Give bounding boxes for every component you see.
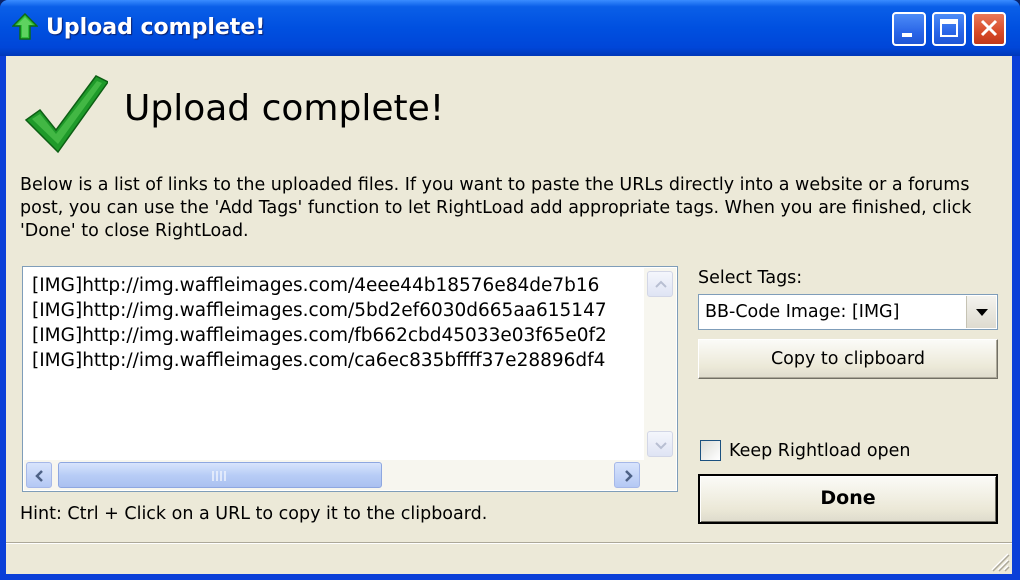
- scroll-left-button[interactable]: [26, 462, 52, 488]
- links-list[interactable]: [IMG]http://img.waffleimages.com/4eee44b…: [24, 268, 643, 460]
- done-button[interactable]: Done: [698, 474, 998, 524]
- close-icon: [980, 19, 998, 37]
- upload-arrow-icon: [12, 13, 38, 40]
- page-heading: Upload complete!: [124, 88, 445, 129]
- grip-icon: [212, 471, 226, 481]
- keep-open-checkbox[interactable]: [700, 440, 721, 461]
- chevron-right-icon: [625, 470, 633, 482]
- scroll-down-button[interactable]: [647, 431, 673, 457]
- scroll-right-button[interactable]: [614, 462, 640, 488]
- window-title: Upload complete!: [46, 15, 266, 40]
- close-button[interactable]: [972, 12, 1006, 46]
- select-tags-label: Select Tags:: [698, 268, 803, 288]
- status-bar: [6, 542, 1012, 574]
- horizontal-scroll-thumb[interactable]: [58, 462, 382, 488]
- maximize-icon: [940, 19, 958, 37]
- hint-text: Hint: Ctrl + Click on a URL to copy it t…: [20, 504, 488, 524]
- tag-type-dropdown[interactable]: BB-Code Image: [IMG]: [698, 294, 998, 330]
- link-line[interactable]: [IMG]http://img.waffleimages.com/ca6ec83…: [24, 348, 643, 373]
- links-textbox[interactable]: [IMG]http://img.waffleimages.com/4eee44b…: [22, 266, 678, 492]
- chevron-left-icon: [35, 470, 43, 482]
- chevron-down-icon: [655, 442, 667, 450]
- vertical-scrollbar[interactable]: [644, 268, 676, 460]
- tag-type-value: BB-Code Image: [IMG]: [705, 302, 900, 322]
- scroll-up-button[interactable]: [647, 271, 673, 297]
- link-line[interactable]: [IMG]http://img.waffleimages.com/fb662cb…: [24, 323, 643, 348]
- minimize-button[interactable]: [892, 12, 926, 46]
- maximize-button[interactable]: [932, 12, 966, 46]
- copy-to-clipboard-button[interactable]: Copy to clipboard: [698, 339, 998, 379]
- description-text: Below is a list of links to the uploaded…: [20, 175, 972, 241]
- chevron-up-icon: [655, 280, 667, 288]
- link-line[interactable]: [IMG]http://img.waffleimages.com/5bd2ef6…: [24, 298, 643, 323]
- dialog-client-area: Upload complete! Below is a list of link…: [6, 56, 1012, 574]
- triangle-down-icon: [976, 309, 988, 316]
- keep-open-label[interactable]: Keep Rightload open: [729, 441, 911, 461]
- dialog-window: Upload complete! Upload complete! Below …: [0, 0, 1020, 580]
- link-line[interactable]: [IMG]http://img.waffleimages.com/4eee44b…: [24, 273, 643, 298]
- title-bar[interactable]: Upload complete!: [0, 0, 1020, 56]
- minimize-icon: [902, 33, 912, 37]
- horizontal-scrollbar[interactable]: [24, 460, 676, 490]
- dropdown-button[interactable]: [966, 296, 996, 328]
- resize-grip-icon[interactable]: [986, 548, 1010, 572]
- checkmark-icon: [24, 75, 108, 154]
